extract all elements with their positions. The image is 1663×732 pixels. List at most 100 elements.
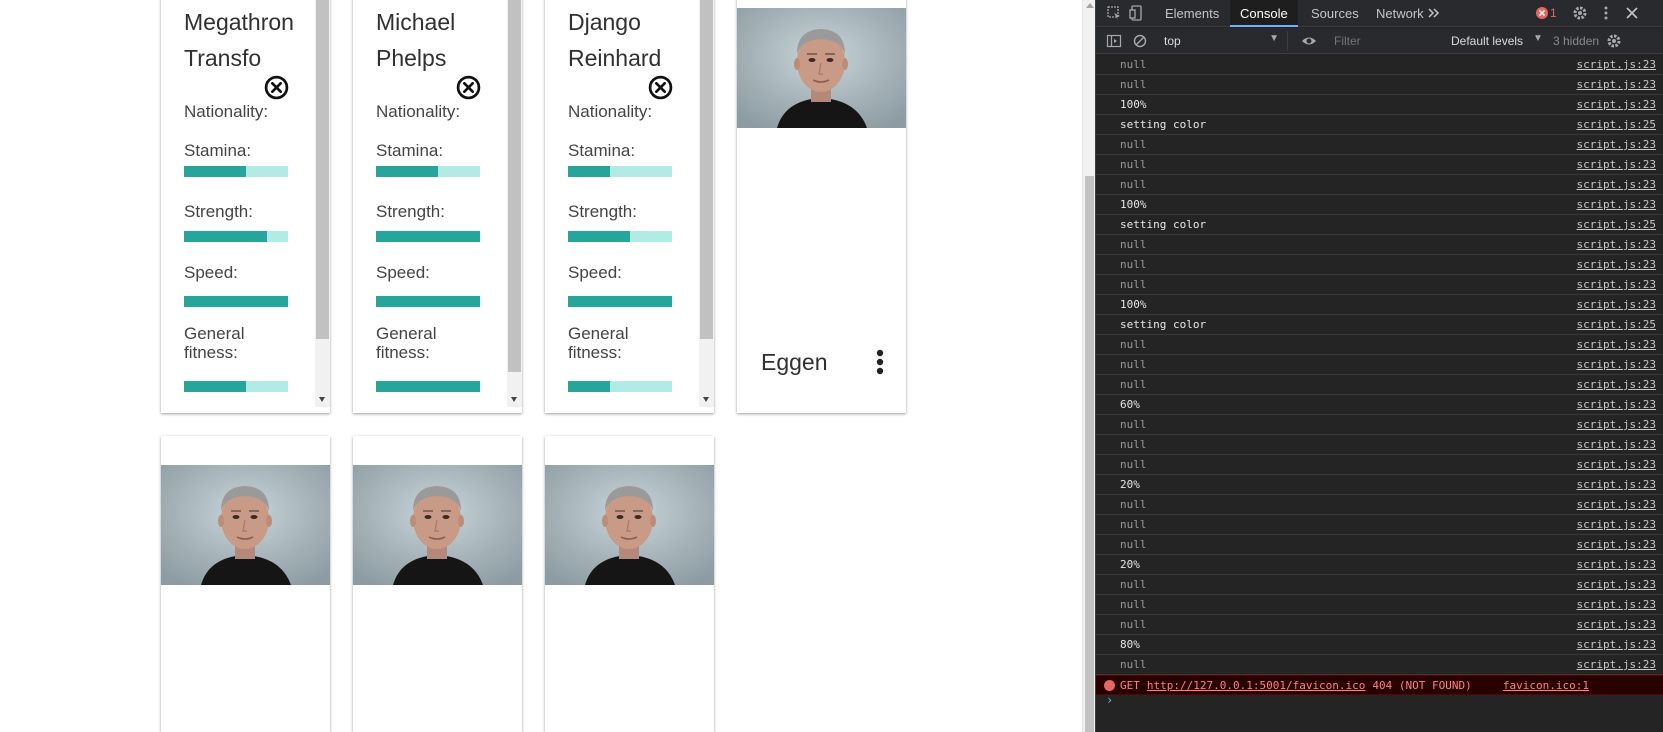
inspect-element-icon[interactable] (1106, 5, 1122, 21)
log-message: 80% (1120, 638, 1140, 651)
stat-label: Strength: (376, 202, 445, 221)
page-scrollbar[interactable] (1082, 0, 1095, 732)
hidden-count: 3 hidden (1553, 34, 1600, 48)
sidebar-toggle-icon[interactable] (1106, 33, 1122, 49)
log-source-link[interactable]: script.js:23 (1577, 555, 1656, 574)
stat-bar-fill (568, 231, 631, 242)
log-source-link[interactable]: script.js:23 (1577, 255, 1656, 274)
console-log-row: null script.js:23 (1096, 75, 1663, 95)
tab-elements[interactable]: Elements (1155, 0, 1229, 27)
tab-network[interactable]: Network (1366, 0, 1434, 27)
scroll-down-arrow-icon[interactable] (319, 397, 325, 402)
console-log-row: null script.js:23 (1096, 355, 1663, 375)
log-source-link[interactable]: script.js:23 (1577, 655, 1656, 674)
console-log-row: setting color script.js:25 (1096, 315, 1663, 335)
tab-console[interactable]: Console (1230, 0, 1298, 27)
log-message: 20% (1120, 478, 1140, 491)
scrollbar-thumb[interactable] (1085, 176, 1094, 732)
stat-bar-fill (376, 381, 480, 392)
scroll-down-arrow-icon[interactable] (511, 397, 517, 402)
log-source-link[interactable]: script.js:25 (1577, 215, 1656, 234)
log-source-link[interactable]: script.js:23 (1577, 375, 1656, 394)
close-card-icon[interactable] (456, 75, 481, 100)
log-source-link[interactable]: script.js:23 (1577, 495, 1656, 514)
log-message: null (1120, 278, 1147, 291)
stat-bar-fill (568, 381, 610, 392)
log-message: null (1120, 358, 1147, 371)
console-log-row: null script.js:23 (1096, 575, 1663, 595)
kebab-menu-icon[interactable] (1598, 5, 1614, 21)
log-source-link[interactable]: script.js:25 (1577, 315, 1656, 334)
card-scrollbar[interactable] (315, 0, 330, 407)
log-source-link[interactable]: script.js:23 (1577, 195, 1656, 214)
log-source-link[interactable]: script.js:23 (1577, 615, 1656, 634)
card-scrollbar[interactable] (507, 0, 522, 407)
log-message: null (1120, 258, 1147, 271)
log-source-link[interactable]: script.js:23 (1577, 95, 1656, 114)
log-source-link[interactable]: script.js:23 (1577, 155, 1656, 174)
log-message: 100% (1120, 98, 1147, 111)
player-photo (353, 465, 522, 585)
error-icon (1104, 680, 1115, 691)
log-message: null (1120, 658, 1147, 671)
context-selector[interactable]: top ▼ (1156, 31, 1288, 51)
stat-label: Stamina: (184, 141, 252, 160)
clear-console-icon[interactable] (1132, 33, 1148, 49)
device-toolbar-icon[interactable] (1129, 5, 1145, 21)
close-devtools-icon[interactable] (1624, 5, 1640, 21)
log-source-link[interactable]: script.js:23 (1577, 595, 1656, 614)
log-source-link[interactable]: script.js:23 (1577, 355, 1656, 374)
console-error-row: GET http://127.0.0.1:5001/favicon.ico 404 … (1096, 675, 1663, 695)
log-message: 20% (1120, 558, 1140, 571)
log-source-link[interactable]: script.js:23 (1577, 475, 1656, 494)
log-message: null (1120, 338, 1147, 351)
card-scrollbar-thumb[interactable] (508, 0, 521, 372)
settings-gear-icon[interactable] (1572, 5, 1588, 21)
log-source-link[interactable]: script.js:23 (1577, 335, 1656, 354)
log-source-link[interactable]: script.js:23 (1577, 175, 1656, 194)
console-log-row: null script.js:23 (1096, 255, 1663, 275)
tab-sources[interactable]: Sources (1301, 0, 1369, 27)
stat-label: General fitness: (376, 324, 437, 362)
card-scrollbar-thumb[interactable] (700, 0, 713, 339)
scroll-up-arrow-icon[interactable] (1086, 3, 1094, 8)
console-log-row: 20% script.js:23 (1096, 475, 1663, 495)
console-filter-input[interactable] (1326, 31, 1446, 51)
log-message: null (1120, 598, 1147, 611)
log-source-link[interactable]: script.js:23 (1577, 415, 1656, 434)
console-log-row: null script.js:23 (1096, 275, 1663, 295)
close-card-icon[interactable] (264, 75, 289, 100)
log-source-link[interactable]: script.js:23 (1577, 535, 1656, 554)
error-url-link[interactable]: http://127.0.0.1:5001/favicon.ico (1147, 679, 1366, 692)
log-source-link[interactable]: script.js:25 (1577, 115, 1656, 134)
stat-bar-fill (184, 381, 247, 392)
stat-bar-fill (376, 166, 439, 177)
console-log-row: null script.js:23 (1096, 495, 1663, 515)
error-source-link[interactable]: favicon.ico:1 (1503, 676, 1589, 695)
log-source-link[interactable]: script.js:23 (1577, 135, 1656, 154)
log-source-link[interactable]: script.js:23 (1577, 635, 1656, 654)
player-card-reveal: Michael Phelps Nationality: Stamina: Streng… (353, 0, 522, 413)
log-source-link[interactable]: script.js:23 (1577, 515, 1656, 534)
scroll-down-arrow-icon[interactable] (703, 397, 709, 402)
console-log-row: null script.js:23 (1096, 155, 1663, 175)
log-levels-label: Default levels (1451, 34, 1524, 48)
log-source-link[interactable]: script.js:23 (1577, 295, 1656, 314)
log-source-link[interactable]: script.js:23 (1577, 275, 1656, 294)
console-settings-gear-icon[interactable] (1606, 33, 1622, 49)
console-log-row: setting color script.js:25 (1096, 215, 1663, 235)
card-scrollbar[interactable] (699, 0, 714, 407)
card-scrollbar-thumb[interactable] (316, 0, 329, 339)
log-source-link[interactable]: script.js:23 (1577, 55, 1656, 74)
console-prompt[interactable]: › (1106, 693, 1113, 707)
log-source-link[interactable]: script.js:23 (1577, 435, 1656, 454)
more-vert-icon[interactable] (876, 349, 884, 375)
log-message: null (1120, 538, 1147, 551)
log-source-link[interactable]: script.js:23 (1577, 455, 1656, 474)
log-source-link[interactable]: script.js:23 (1577, 235, 1656, 254)
log-source-link[interactable]: script.js:23 (1577, 75, 1656, 94)
close-card-icon[interactable] (648, 75, 673, 100)
log-source-link[interactable]: script.js:23 (1577, 395, 1656, 414)
log-source-link[interactable]: script.js:23 (1577, 575, 1656, 594)
live-expression-eye-icon[interactable] (1301, 33, 1317, 49)
